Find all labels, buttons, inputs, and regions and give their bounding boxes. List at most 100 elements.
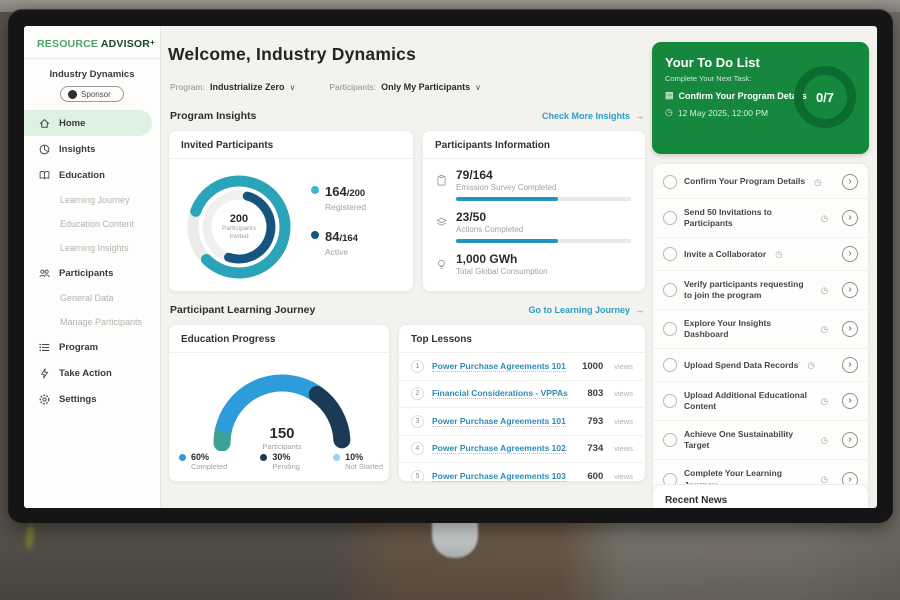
- sidebar: RESOURCE ADVISOR+ Industry Dynamics Spon…: [24, 26, 161, 508]
- clock-icon: ◷: [821, 435, 828, 446]
- task-row-upload-spend-data-records: Upload Spend Data Records◷›: [653, 349, 868, 382]
- task-chevron-right-icon[interactable]: ›: [842, 321, 858, 337]
- sidebar-item-label: General Data: [60, 293, 114, 303]
- task-chevron-right-icon[interactable]: ›: [842, 174, 858, 190]
- sidebar-item-participants[interactable]: Participants: [24, 260, 160, 286]
- sidebar-item-insights[interactable]: Insights: [24, 136, 160, 162]
- task-row-explore-your-insights-dashboard: Explore Your Insights Dashboard◷›: [653, 310, 868, 349]
- lesson-views-label: views: [614, 417, 633, 426]
- donut-center-label: 200 Participants Invited: [183, 171, 295, 283]
- invited-participants-title: Invited Participants: [169, 131, 413, 159]
- sidebar-item-label: Learning Journey: [60, 195, 130, 205]
- lesson-rank: 4: [411, 442, 424, 455]
- check-more-insights-link[interactable]: Check More Insights →: [542, 111, 644, 121]
- gauge-legend-not-started: 10%Not Started: [333, 452, 383, 471]
- lesson-link[interactable]: Financial Considerations - VPPAs: [432, 388, 568, 399]
- active-value: 84: [325, 229, 339, 244]
- metric-emission-survey-completed: 79/164Emission Survey Completed: [423, 159, 645, 201]
- gauge-legend-completed: 60%Completed: [179, 452, 227, 471]
- task-chevron-right-icon[interactable]: ›: [842, 246, 858, 262]
- lesson-link[interactable]: Power Purchase Agreements 101: [432, 361, 566, 372]
- program-icon: [38, 341, 51, 354]
- lesson-link[interactable]: Power Purchase Agreements 102: [432, 443, 566, 454]
- main-content: Welcome, Industry Dynamics Program: Indu…: [168, 26, 646, 508]
- sidebar-item-program[interactable]: Program: [24, 334, 160, 360]
- sidebar-item-settings[interactable]: Settings: [24, 386, 160, 412]
- sidebar-item-label: Education: [59, 170, 105, 181]
- clock-icon: ◷: [775, 249, 782, 260]
- lesson-views-value: 600: [587, 471, 603, 482]
- todo-progress-ring: 0/7: [794, 66, 856, 128]
- task-checkbox[interactable]: [663, 358, 677, 372]
- program-filter-value: Industrialize Zero: [210, 82, 285, 92]
- gauge-center-value: 150: [197, 425, 367, 442]
- top-lessons-card: Top Lessons 1Power Purchase Agreements 1…: [398, 324, 646, 482]
- program-insights-heading: Program Insights: [170, 110, 256, 122]
- sponsor-badge[interactable]: Sponsor: [60, 86, 124, 102]
- task-label: Send 50 Invitations to Participants: [684, 207, 812, 229]
- clipboard-icon: ▤: [665, 90, 674, 101]
- participants-filter-label: Participants:: [329, 82, 376, 92]
- task-checkbox[interactable]: [663, 283, 677, 297]
- todo-due-label: 12 May 2025, 12:00 PM: [678, 108, 768, 118]
- task-checkbox[interactable]: [663, 175, 677, 189]
- task-chevron-right-icon[interactable]: ›: [842, 282, 858, 298]
- task-chevron-right-icon[interactable]: ›: [842, 393, 858, 409]
- education-progress-gauge-chart: 150 Participants: [197, 359, 367, 451]
- sponsor-label: Sponsor: [81, 90, 111, 99]
- sidebar-item-learning-insights[interactable]: Learning Insights: [24, 236, 160, 260]
- lesson-views-value: 803: [587, 388, 603, 399]
- logo-resource: RESOURCE: [37, 38, 98, 50]
- legend-pct: 60%: [191, 452, 227, 462]
- sidebar-item-label: Participants: [59, 268, 113, 279]
- sidebar-item-label: Program: [59, 342, 98, 353]
- sidebar-item-label: Education Content: [60, 219, 134, 229]
- task-chevron-right-icon[interactable]: ›: [842, 357, 858, 373]
- task-row-achieve-one-sustainability-target: Achieve One Sustainability Target◷›: [653, 421, 868, 460]
- donut-center-value: 200: [230, 213, 248, 225]
- todo-tasks-card: Confirm Your Program Details◷›Send 50 In…: [652, 163, 869, 508]
- top-lessons-list: 1Power Purchase Agreements 1011000views2…: [399, 353, 645, 491]
- sidebar-item-learning-journey[interactable]: Learning Journey: [24, 188, 160, 212]
- todo-hero-card: Your To Do List Complete Your Next Task:…: [652, 42, 869, 154]
- sidebar-item-education-content[interactable]: Education Content: [24, 212, 160, 236]
- task-chevron-right-icon[interactable]: ›: [842, 432, 858, 448]
- legend-label: Pending: [272, 462, 300, 471]
- lesson-views-label: views: [614, 389, 633, 398]
- sidebar-item-general-data[interactable]: General Data: [24, 286, 160, 310]
- clipboard-icon: [435, 174, 448, 187]
- program-filter[interactable]: Program: Industrialize Zero ∨: [170, 82, 295, 92]
- lesson-row-5: 5Power Purchase Agreements 103600views: [399, 463, 645, 491]
- lesson-views-label: views: [614, 444, 633, 453]
- sidebar-item-take-action[interactable]: Take Action: [24, 360, 160, 386]
- participants-filter[interactable]: Participants: Only My Participants ∨: [329, 82, 481, 92]
- recent-news-title: Recent News: [653, 485, 868, 508]
- clock-icon: ◷: [665, 107, 673, 118]
- registered-total: /200: [347, 188, 366, 199]
- logo-plus: +: [150, 38, 155, 47]
- backdrop-shadow: [0, 520, 900, 600]
- clock-icon: ◷: [807, 360, 814, 371]
- todo-next-task-label: Confirm Your Program Details: [679, 91, 807, 101]
- lesson-link[interactable]: Power Purchase Agreements 103: [432, 471, 566, 482]
- task-checkbox[interactable]: [663, 322, 677, 336]
- invited-participants-donut-chart: 200 Participants Invited: [183, 171, 295, 283]
- go-to-learning-journey-link[interactable]: Go to Learning Journey →: [528, 305, 644, 315]
- todo-column: Your To Do List Complete Your Next Task:…: [652, 26, 869, 508]
- task-checkbox[interactable]: [663, 247, 677, 261]
- task-checkbox[interactable]: [663, 433, 677, 447]
- logo-advisor: ADVISOR: [101, 38, 150, 50]
- home-icon: [38, 117, 51, 130]
- education-progress-card: Education Progress 150 Participants 60%C…: [168, 324, 390, 482]
- task-checkbox[interactable]: [663, 394, 677, 408]
- task-checkbox[interactable]: [663, 211, 677, 225]
- sidebar-item-home[interactable]: Home: [24, 110, 152, 136]
- sidebar-item-manage-participants[interactable]: Manage Participants: [24, 310, 160, 334]
- clock-icon: ◷: [821, 285, 828, 296]
- check-more-insights-label: Check More Insights: [542, 111, 630, 121]
- task-chevron-right-icon[interactable]: ›: [842, 210, 858, 226]
- sidebar-item-education[interactable]: Education: [24, 162, 160, 188]
- lesson-link[interactable]: Power Purchase Agreements 101: [432, 416, 566, 427]
- dashboard-screen: RESOURCE ADVISOR+ Industry Dynamics Spon…: [24, 26, 877, 508]
- metric-total-global-consumption: 1,000 GWhTotal Global Consumption: [423, 243, 645, 276]
